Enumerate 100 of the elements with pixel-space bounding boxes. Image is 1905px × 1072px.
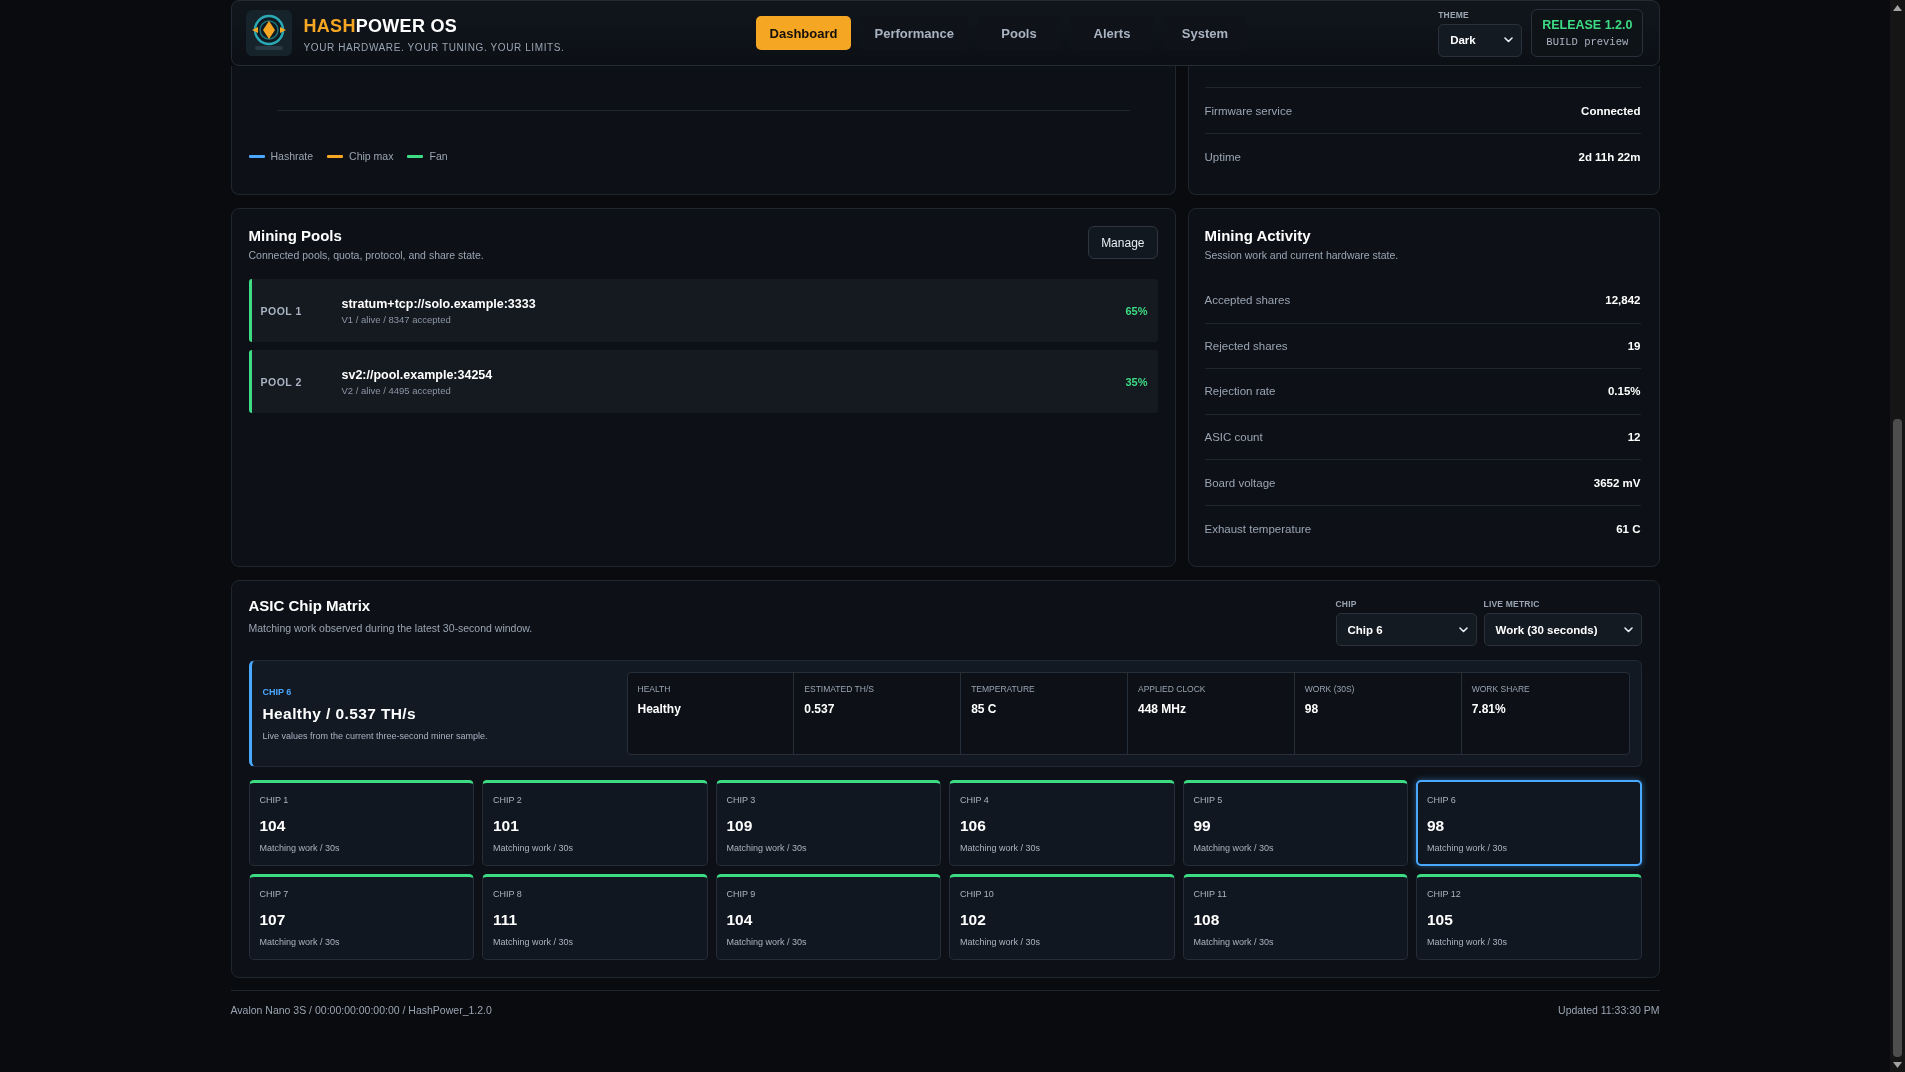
chip-value: 107: [259, 910, 287, 930]
activity-label: Accepted shares: [1204, 294, 1291, 307]
stat-label: ESTIMATED TH/S: [804, 684, 875, 695]
pool-quota: 35%: [1125, 375, 1148, 388]
logo-icon: [245, 10, 292, 56]
stat-value: 7.81%: [1471, 702, 1507, 718]
pool-quota: 65%: [1125, 304, 1148, 317]
activity-label: Rejection rate: [1204, 385, 1276, 398]
pool-row[interactable]: POOL 2 sv2://pool.example:34254 V2 / alive / 4495 accepted 35%: [248, 350, 1158, 413]
chip-label: CHIP 9: [726, 889, 757, 900]
chip-caption: Matching work / 30s: [493, 937, 575, 948]
brand-tagline: YOUR HARDWARE. YOUR TUNING. YOUR LIMITS.: [303, 41, 565, 53]
activity-label: Exhaust temperature: [1204, 522, 1312, 535]
theme-select[interactable]: Dark: [1438, 23, 1523, 57]
legend-label: Hashrate: [270, 149, 314, 163]
chip-caption: Matching work / 30s: [259, 937, 341, 948]
chip-card[interactable]: CHIP 7 107 Matching work / 30s: [248, 874, 474, 960]
status-label: Uptime: [1204, 151, 1241, 163]
activity-value: 0.15%: [1607, 385, 1641, 398]
chip-card[interactable]: CHIP 12 105 Matching work / 30s: [1416, 874, 1642, 960]
activity-value: 61 C: [1616, 522, 1641, 535]
chip-caption: Matching work / 30s: [1427, 937, 1509, 948]
status-value: Connected: [1581, 104, 1641, 117]
pool-name: POOL 1: [260, 304, 303, 317]
chip-caption: Matching work / 30s: [1193, 843, 1275, 854]
chip-card[interactable]: CHIP 9 104 Matching work / 30s: [715, 874, 941, 960]
stat-label: WORK (30S): [1304, 684, 1356, 695]
activity-label: Rejected shares: [1204, 339, 1288, 352]
stat-label: TEMPERATURE: [971, 684, 1036, 695]
chip-value: 104: [726, 910, 754, 930]
stat-value: Healthy: [637, 702, 682, 718]
activity-value: 3652 mV: [1593, 476, 1641, 489]
nav-tab[interactable]: Dashboard: [755, 16, 852, 50]
chip-label: CHIP 3: [726, 795, 757, 806]
panel-subtitle: Matching work observed during the latest 30-second window.: [248, 621, 533, 635]
stat-value: 0.537: [804, 702, 836, 718]
activity-label: Board voltage: [1204, 476, 1276, 489]
chip-value: 105: [1427, 910, 1454, 930]
chip-label: CHIP 5: [1193, 795, 1224, 806]
panel-title: ASIC Chip Matrix: [248, 597, 372, 615]
chip-caption: Matching work / 30s: [726, 843, 808, 854]
stat-value: 448 MHz: [1138, 702, 1187, 718]
chip-card[interactable]: CHIP 5 99 Matching work / 30s: [1182, 780, 1408, 866]
chevron-down-icon: [1623, 626, 1633, 633]
chip-caption: Matching work / 30s: [960, 937, 1042, 948]
chip-label: CHIP 1: [259, 795, 290, 806]
pool-url: sv2://pool.example:34254: [341, 367, 494, 382]
pool-row[interactable]: POOL 1 stratum+tcp://solo.example:3333 V1 / alive / 8347 accepted 65%: [248, 279, 1158, 342]
chip-value: 109: [726, 816, 754, 836]
stat-label: WORK SHARE: [1471, 684, 1531, 695]
chip-card[interactable]: CHIP 1 104 Matching work / 30s: [248, 780, 474, 866]
manage-button[interactable]: Manage: [1088, 226, 1158, 259]
chip-card[interactable]: CHIP 2 101 Matching work / 30s: [482, 780, 708, 866]
chip-label: CHIP 11: [1193, 889, 1228, 900]
panel-subtitle: Connected pools, quota, protocol, and share state.: [248, 248, 484, 262]
status-label: Firmware service: [1204, 104, 1293, 117]
chip-value: 102: [960, 910, 987, 930]
detail-headline: Healthy / 0.537 TH/s: [262, 703, 418, 724]
panel-title: Mining Pools: [248, 227, 343, 245]
select-label: LIVE METRIC: [1483, 599, 1541, 610]
scroll-up-icon[interactable]: [1893, 5, 1902, 11]
theme-label: THEME: [1438, 9, 1470, 21]
scroll-down-icon[interactable]: [1893, 1062, 1902, 1068]
chip-caption: Matching work / 30s: [726, 937, 808, 948]
device-info: Avalon Nano 3S / 00:00:00:00:00:00 / HashPower_1.2.0: [230, 1003, 492, 1017]
updated-time: Updated 11:33:30 PM: [1558, 1003, 1660, 1017]
chip-value: 98: [1427, 816, 1446, 836]
chip-card[interactable]: CHIP 8 111 Matching work / 30s: [482, 874, 708, 960]
chip-label: CHIP 12: [1427, 889, 1462, 900]
panel-title: Mining Activity: [1204, 227, 1312, 245]
chip-value: 101: [493, 816, 520, 836]
stat-label: HEALTH: [637, 684, 672, 695]
chip-label: CHIP 2: [493, 795, 523, 806]
chip-card[interactable]: CHIP 3 109 Matching work / 30s: [715, 780, 941, 866]
scrollbar-thumb[interactable]: [1893, 419, 1902, 1057]
pool-url: stratum+tcp://solo.example:3333: [341, 296, 537, 311]
chevron-down-icon: [1458, 626, 1468, 633]
chip-label: CHIP 7: [259, 889, 290, 900]
metric-select[interactable]: Work (30 seconds): [1483, 613, 1642, 646]
status-value: 2d 11h 22m: [1578, 151, 1641, 163]
activity-label: ASIC count: [1204, 431, 1263, 444]
chip-caption: Matching work / 30s: [493, 843, 575, 854]
chip-card[interactable]: CHIP 4 106 Matching work / 30s: [949, 780, 1175, 866]
activity-value: 12,842: [1605, 294, 1641, 307]
chip-caption: Matching work / 30s: [1193, 937, 1275, 948]
legend-label: Fan: [429, 149, 448, 163]
select-label: CHIP: [1335, 599, 1358, 610]
chip-select[interactable]: Chip 6: [1335, 613, 1477, 646]
chip-caption: Matching work / 30s: [1427, 843, 1509, 854]
chip-label: CHIP 6: [1427, 795, 1457, 806]
stat-value: 85 C: [971, 702, 998, 718]
chip-card[interactable]: CHIP 11 108 Matching work / 30s: [1182, 874, 1408, 960]
detail-tag: CHIP 6: [262, 685, 627, 698]
build-label: BUILD preview: [1546, 36, 1629, 48]
chip-card[interactable]: CHIP 10 102 Matching work / 30s: [949, 874, 1175, 960]
activity-value: 12: [1627, 431, 1641, 444]
chevron-down-icon: [1504, 37, 1514, 43]
chip-card[interactable]: CHIP 6 98 Matching work / 30s: [1416, 780, 1642, 866]
pool-details: V1 / alive / 8347 accepted: [341, 313, 452, 325]
release-version: RELEASE 1.2.0: [1542, 18, 1633, 32]
